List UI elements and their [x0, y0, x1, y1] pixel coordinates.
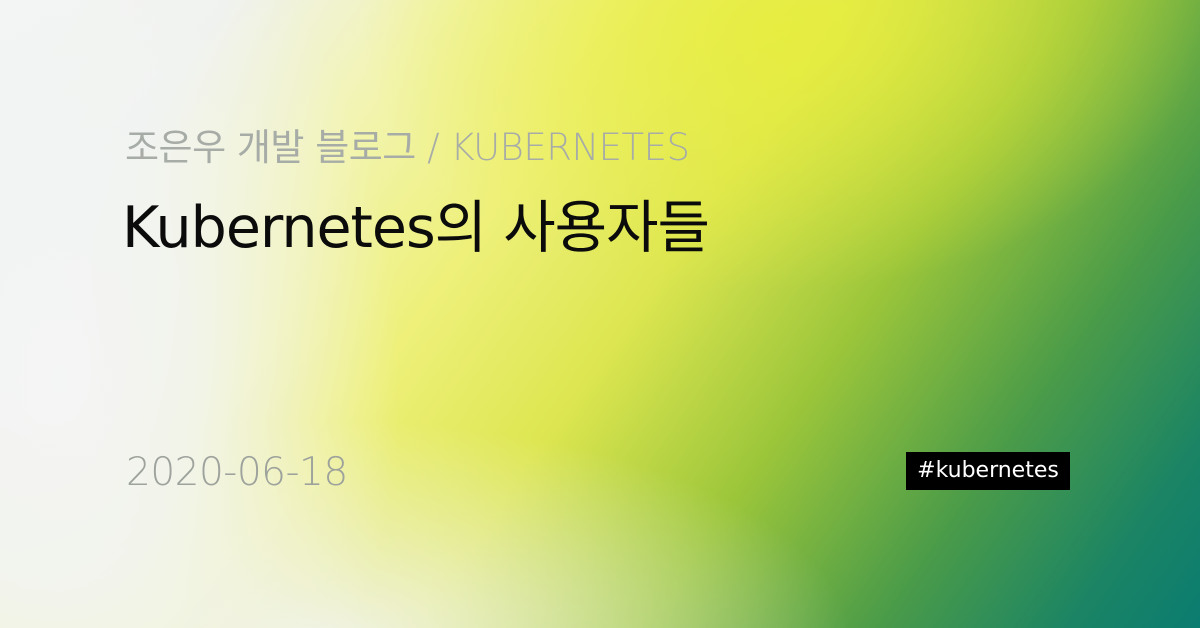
post-title: Kubernetes의 사용자들 — [122, 195, 710, 261]
tag-badge-kubernetes[interactable]: #kubernetes — [906, 452, 1070, 490]
gradient-highlight-bottom — [0, 0, 1200, 628]
post-date: 2020-06-18 — [126, 450, 348, 495]
blog-cover-card: 조은우 개발 블로그 / KUBERNETES Kubernetes의 사용자들… — [0, 0, 1200, 628]
blog-category-subtitle: 조은우 개발 블로그 / KUBERNETES — [125, 126, 690, 169]
